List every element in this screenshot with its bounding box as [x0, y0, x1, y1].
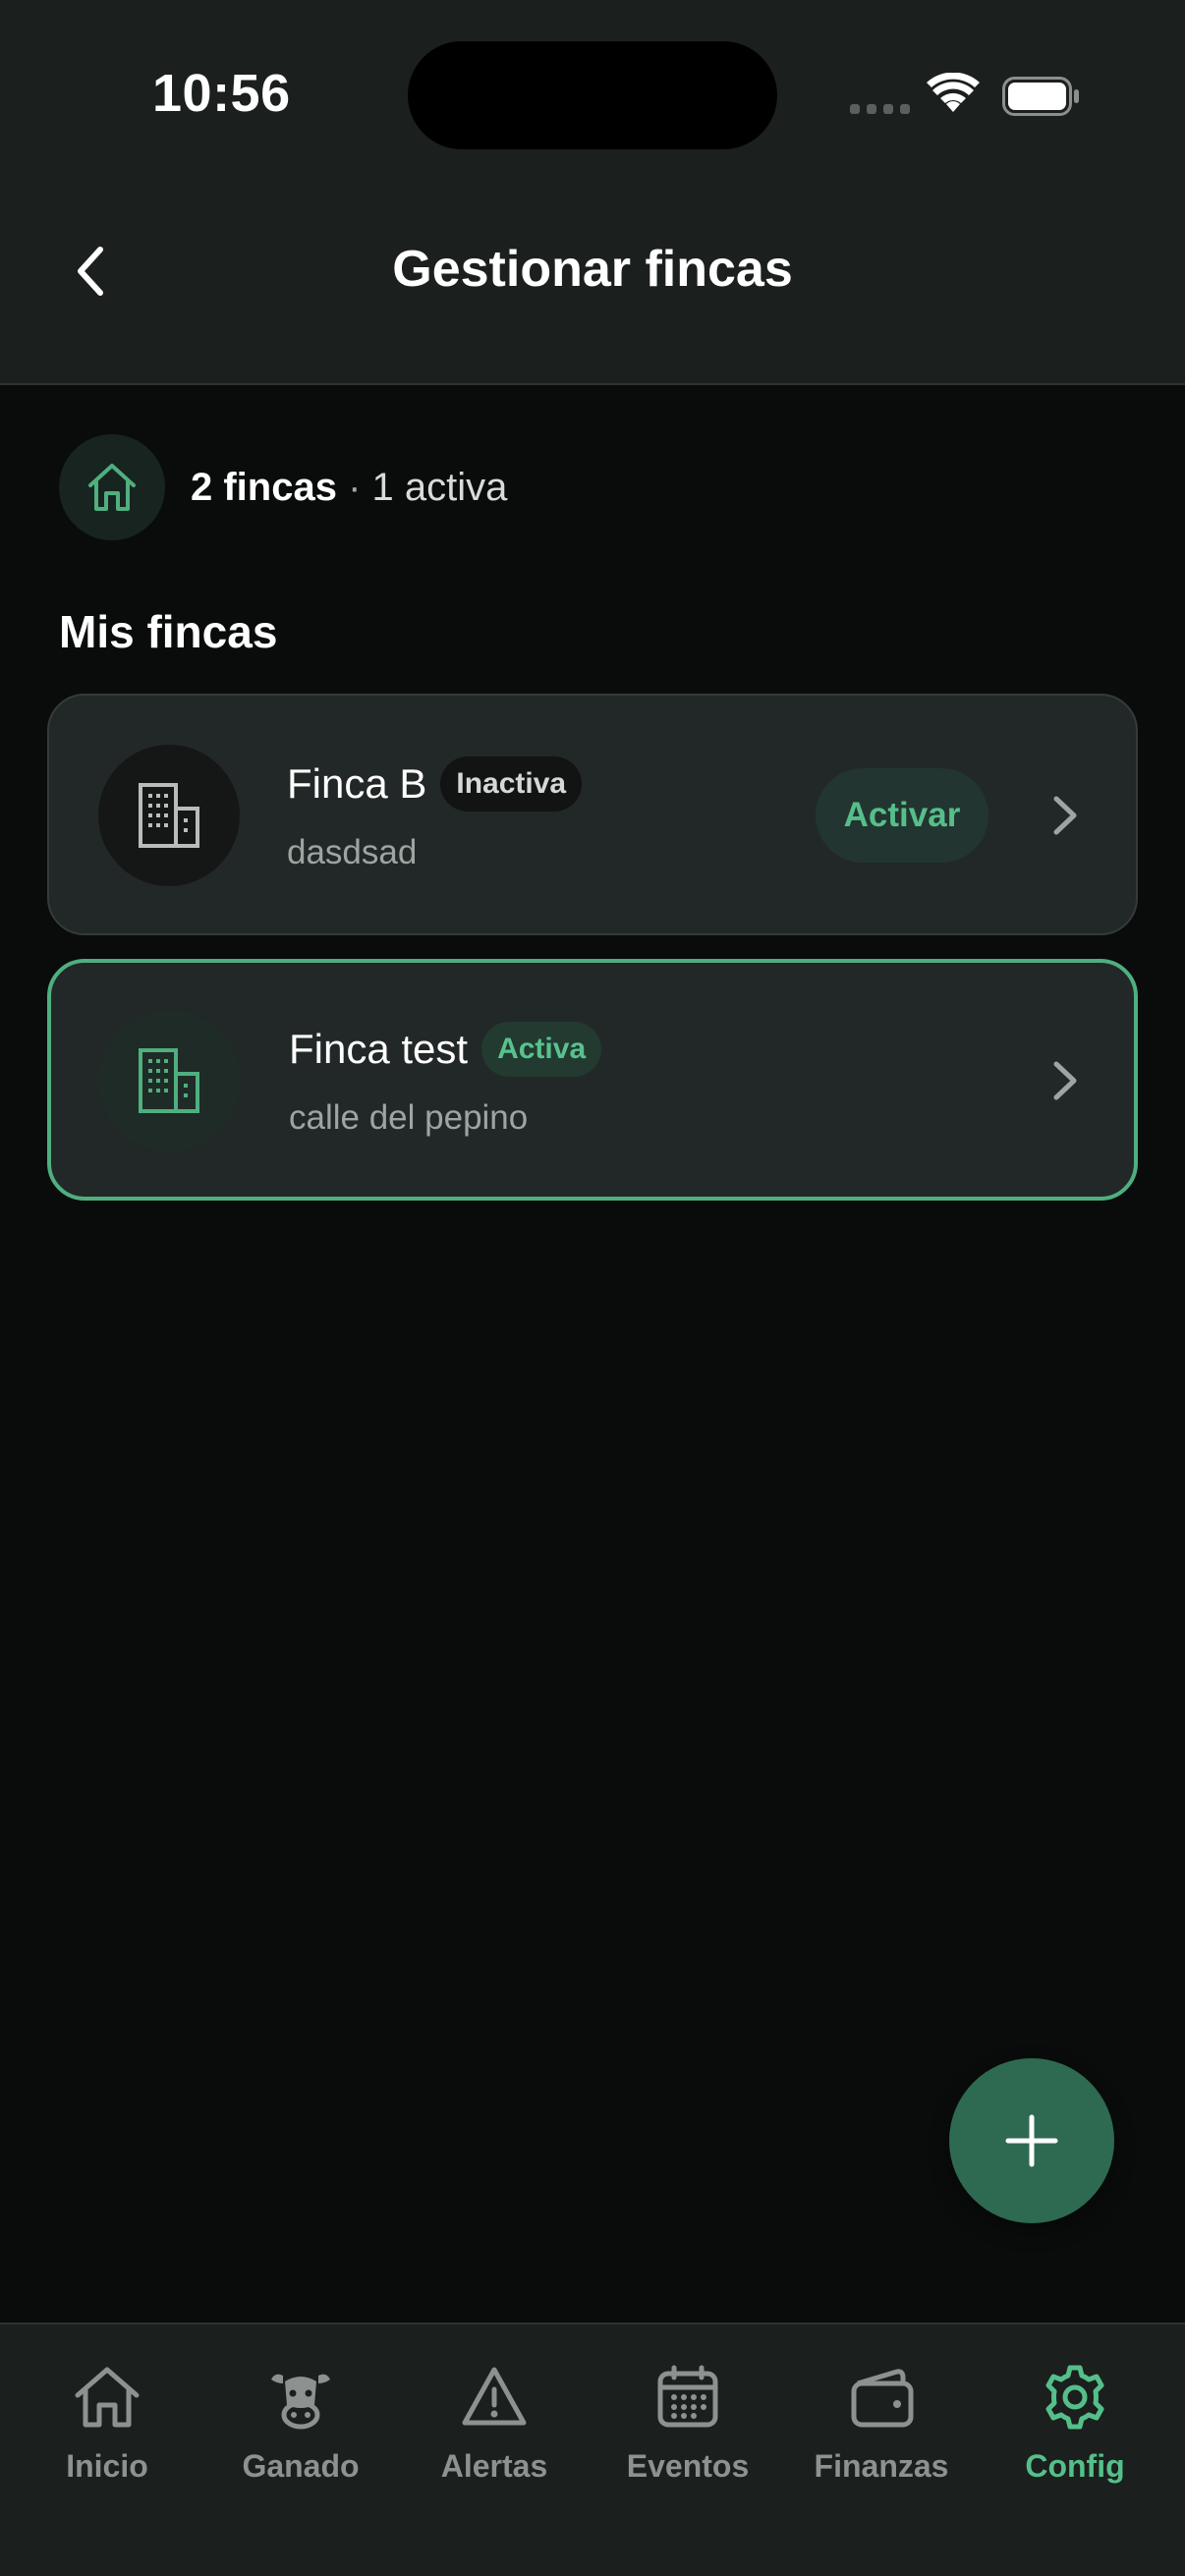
summary-separator: · [336, 465, 372, 509]
chevron-right-icon[interactable] [1045, 788, 1085, 843]
activate-button[interactable]: Activar [816, 768, 988, 863]
wifi-icon [927, 73, 980, 112]
farms-summary: 2 fincas · 1 activa [59, 434, 507, 540]
active-count: 1 activa [371, 465, 508, 509]
farm-card[interactable]: Finca test Activa calle del pepino [47, 959, 1138, 1201]
tab-inicio[interactable]: Inicio [14, 2358, 200, 2485]
tab-label: Alertas [440, 2448, 548, 2484]
tab-finanzas[interactable]: Finanzas [788, 2358, 975, 2485]
farm-address: calle del pepino [289, 1098, 529, 1137]
tab-ganado[interactable]: Ganado [207, 2358, 394, 2485]
tab-config[interactable]: Config [982, 2358, 1168, 2485]
tab-bar: Inicio Ganado Alertas Eventos Finanzas C… [0, 2323, 1185, 2576]
tab-label: Inicio [66, 2448, 148, 2484]
chevron-right-icon[interactable] [1045, 1053, 1085, 1108]
gear-icon [1036, 2358, 1114, 2436]
tab-label: Finanzas [814, 2448, 949, 2484]
home-icon [68, 2358, 146, 2436]
battery-icon [1002, 77, 1079, 116]
farm-name-row: Finca B Inactiva [287, 756, 583, 812]
dynamic-island [408, 41, 777, 149]
add-farm-button[interactable] [949, 2058, 1114, 2223]
plus-icon [1005, 2114, 1058, 2167]
cow-icon [261, 2358, 340, 2436]
status-badge: Inactiva [440, 756, 583, 812]
tab-label: Ganado [242, 2448, 360, 2484]
warning-icon [455, 2358, 534, 2436]
farm-name-row: Finca test Activa [289, 1022, 602, 1077]
section-title: Mis fincas [59, 606, 278, 657]
wallet-icon [842, 2358, 921, 2436]
status-time: 10:56 [152, 64, 291, 123]
farms-count: 2 fincas [191, 465, 337, 509]
farm-avatar [98, 1010, 240, 1151]
tab-eventos[interactable]: Eventos [594, 2358, 781, 2485]
top-bar: 10:56 Gestionar fincas [0, 0, 1185, 385]
farm-name: Finca test [289, 1026, 469, 1072]
summary-home-icon-badge [59, 434, 165, 540]
building-icon [139, 783, 199, 848]
tab-alertas[interactable]: Alertas [401, 2358, 588, 2485]
page-title: Gestionar fincas [392, 241, 793, 298]
farm-avatar [98, 745, 240, 886]
farm-name: Finca B [287, 760, 427, 807]
cellular-signal-icon [850, 104, 910, 114]
status-badge: Activa [481, 1022, 602, 1077]
farm-address: dasdsad [287, 833, 418, 871]
farm-card[interactable]: Finca B Inactiva dasdsad Activar [47, 694, 1138, 935]
tab-label: Eventos [626, 2448, 750, 2484]
calendar-icon [649, 2358, 727, 2436]
tab-label: Config [1025, 2448, 1125, 2484]
building-icon [139, 1048, 199, 1113]
summary-text: 2 fincas · 1 activa [191, 466, 507, 510]
home-icon [88, 464, 136, 511]
